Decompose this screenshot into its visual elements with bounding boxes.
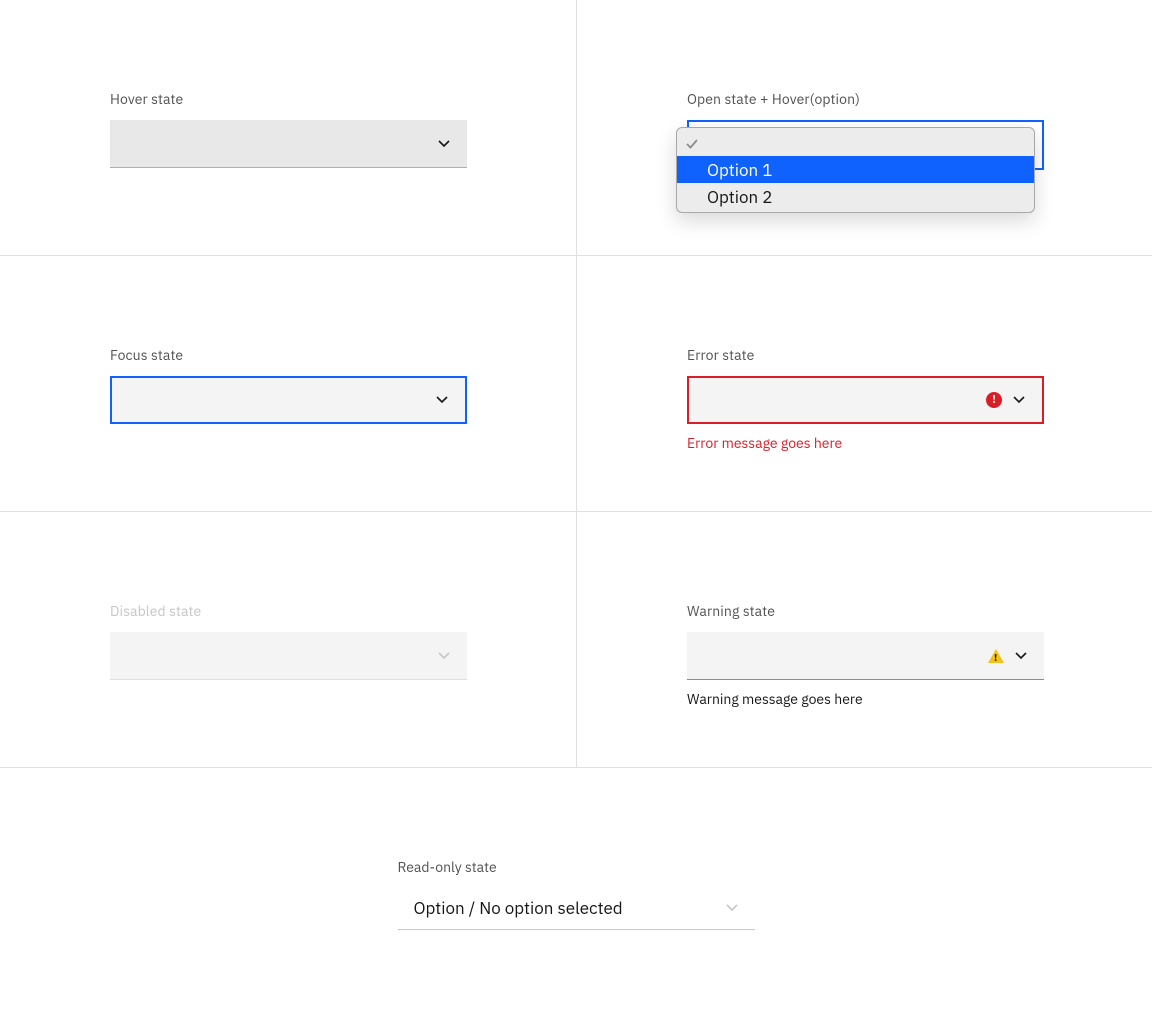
select-hover[interactable]: [110, 120, 467, 168]
cell-hover: Hover state: [0, 0, 577, 256]
select-disabled: [110, 632, 467, 680]
label-disabled: Disabled state: [110, 602, 576, 620]
warning-message: Warning message goes here: [687, 690, 1152, 708]
warning-icon: [988, 649, 1004, 663]
check-icon: [685, 134, 699, 148]
chevron-down-icon: [437, 649, 451, 663]
select-warning[interactable]: [687, 632, 1044, 680]
cell-readonly: Read-only state Option / No option selec…: [0, 768, 1152, 930]
chevron-down-icon: [1014, 649, 1028, 663]
label-readonly: Read-only state: [398, 858, 755, 876]
dropdown-option-label: Option 2: [707, 186, 772, 208]
cell-disabled: Disabled state: [0, 512, 577, 768]
label-error: Error state: [687, 346, 1152, 364]
label-open: Open state + Hover(option): [687, 90, 1152, 108]
readonly-value: Option / No option selected: [414, 897, 623, 919]
chevron-down-icon: [1012, 393, 1026, 407]
dropdown-option-label: Option 1: [707, 159, 772, 181]
error-message: Error message goes here: [687, 434, 1152, 452]
error-icon: !: [986, 392, 1002, 408]
chevron-down-icon: [435, 393, 449, 407]
cell-open: Open state + Hover(option) Option 1 Opti…: [577, 0, 1152, 256]
dropdown-option-empty[interactable]: [677, 128, 1034, 156]
chevron-down-icon: [437, 137, 451, 151]
select-error[interactable]: !: [687, 376, 1044, 424]
label-warning: Warning state: [687, 602, 1152, 620]
dropdown-option-2[interactable]: Option 2: [677, 183, 1034, 210]
label-hover: Hover state: [110, 90, 576, 108]
cell-warning: Warning state Warning message goes here: [577, 512, 1152, 768]
cell-error: Error state ! Error message goes here: [577, 256, 1152, 512]
dropdown-option-1[interactable]: Option 1: [677, 156, 1034, 183]
select-focus[interactable]: [110, 376, 467, 424]
label-focus: Focus state: [110, 346, 576, 364]
cell-focus: Focus state: [0, 256, 577, 512]
dropdown-panel: Option 1 Option 2: [676, 127, 1035, 213]
select-readonly: Option / No option selected: [398, 886, 755, 930]
chevron-down-icon: [725, 901, 739, 915]
